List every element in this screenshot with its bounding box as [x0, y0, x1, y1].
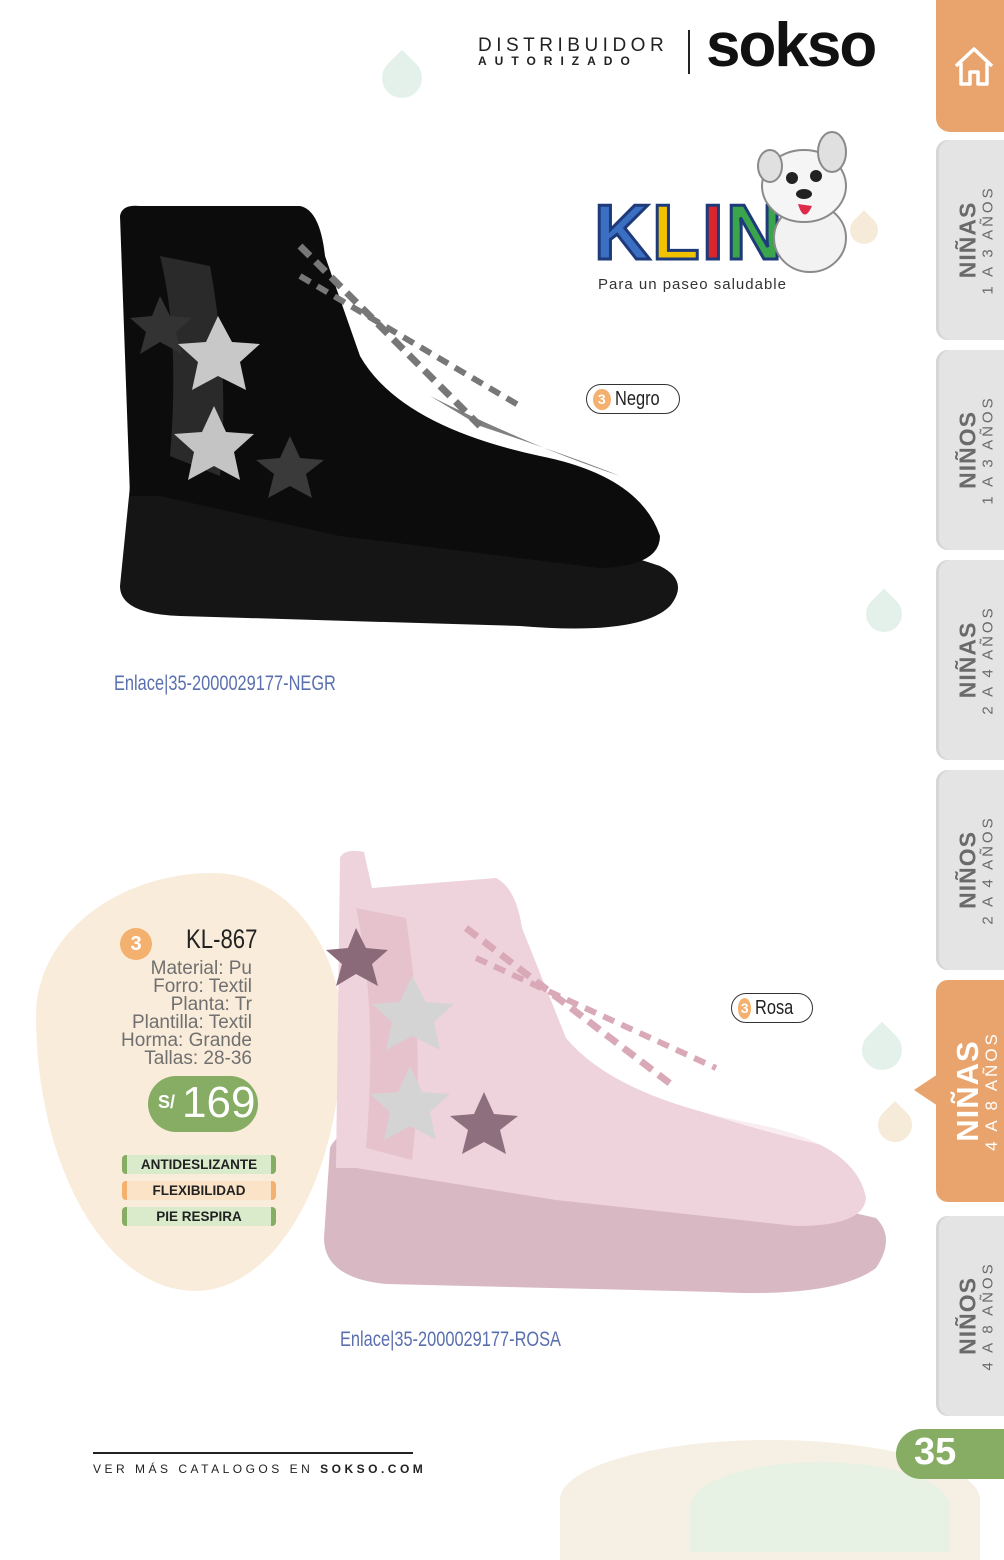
tab-subtitle: 4 A 8 AÑOS	[982, 1031, 1001, 1151]
tab-title: NIÑOS	[954, 411, 981, 489]
footer-site-link[interactable]: SOKSO.COM	[320, 1462, 426, 1476]
footer-text: VER MÁS CATALOGOS EN SOKSO.COM	[93, 1462, 426, 1476]
color-count-circle: 3	[120, 928, 152, 960]
color-chip-rosa[interactable]: 3 Rosa	[731, 993, 813, 1023]
feature-badge-flexibilidad: FLEXIBILIDAD	[122, 1181, 276, 1200]
tab-subtitle: 4 A 8 AÑOS	[979, 1261, 997, 1371]
price-currency: S/	[158, 1092, 176, 1112]
color-name: Rosa	[755, 996, 794, 1019]
product-link-negro[interactable]: Enlace|35-2000029177-NEGR	[114, 672, 336, 696]
header-divider	[688, 30, 690, 74]
home-icon	[954, 47, 994, 86]
klin-letter-i: I	[701, 188, 726, 276]
product-image-black-boot[interactable]	[100, 196, 690, 646]
feature-badge-pie-respira: PIE RESPIRA	[122, 1207, 276, 1226]
active-tab-pointer	[914, 1074, 938, 1106]
footer-divider	[93, 1452, 413, 1454]
tab-ninas-2-4[interactable]: NIÑAS 2 A 4 AÑOS	[936, 560, 1004, 760]
tab-title: NIÑAS	[950, 1040, 985, 1142]
color-name: Negro	[614, 387, 660, 410]
feature-badge-antideslizante: ANTIDESLIZANTE	[122, 1155, 276, 1174]
authorized-label: AUTORIZADO	[478, 54, 638, 68]
tab-title: NIÑAS	[954, 621, 981, 699]
tab-ninas-1-3[interactable]: NIÑAS 1 A 3 AÑOS	[936, 140, 1004, 340]
decorative-drop	[858, 588, 910, 640]
tab-title: NIÑOS	[954, 831, 981, 909]
sokso-logo[interactable]: sokso	[706, 10, 877, 82]
color-count-badge: 3	[593, 388, 611, 410]
tab-subtitle: 1 A 3 AÑOS	[979, 395, 997, 505]
tab-subtitle: 2 A 4 AÑOS	[979, 605, 997, 715]
klin-mascot-dog	[748, 128, 858, 278]
footer-label: VER MÁS CATALOGOS EN	[93, 1462, 314, 1476]
tab-ninos-4-8[interactable]: NIÑOS 4 A 8 AÑOS	[936, 1216, 1004, 1416]
distributor-label: DISTRIBUIDOR	[478, 35, 669, 56]
product-image-pink-boot[interactable]	[316, 848, 892, 1308]
page-number-badge: 35	[896, 1429, 1004, 1479]
home-tab[interactable]	[936, 0, 1004, 132]
color-count-badge: 3	[738, 997, 752, 1019]
decorative-drop	[373, 49, 431, 107]
tab-ninos-2-4[interactable]: NIÑOS 2 A 4 AÑOS	[936, 770, 1004, 970]
price-value: 169	[182, 1078, 256, 1127]
tab-ninos-1-3[interactable]: NIÑOS 1 A 3 AÑOS	[936, 350, 1004, 550]
tab-title: NIÑOS	[954, 1277, 981, 1355]
price-tag: S/ 169	[148, 1076, 258, 1132]
tab-title: NIÑAS	[954, 201, 981, 279]
tab-subtitle: 2 A 4 AÑOS	[979, 815, 997, 925]
spec-sizes: Tallas: 28-36	[144, 1048, 252, 1069]
product-link-rosa[interactable]: Enlace|35-2000029177-ROSA	[340, 1328, 561, 1352]
page-number: 35	[914, 1431, 957, 1473]
tab-subtitle: 1 A 3 AÑOS	[979, 185, 997, 295]
tab-ninas-4-8[interactable]: NIÑAS 4 A 8 AÑOS	[936, 980, 1004, 1202]
spec-list: Material: Pu Forro: Textil Planta: Tr Pl…	[88, 959, 252, 1069]
color-chip-negro[interactable]: 3 Negro	[586, 384, 680, 414]
product-code: KL-867	[186, 924, 258, 954]
